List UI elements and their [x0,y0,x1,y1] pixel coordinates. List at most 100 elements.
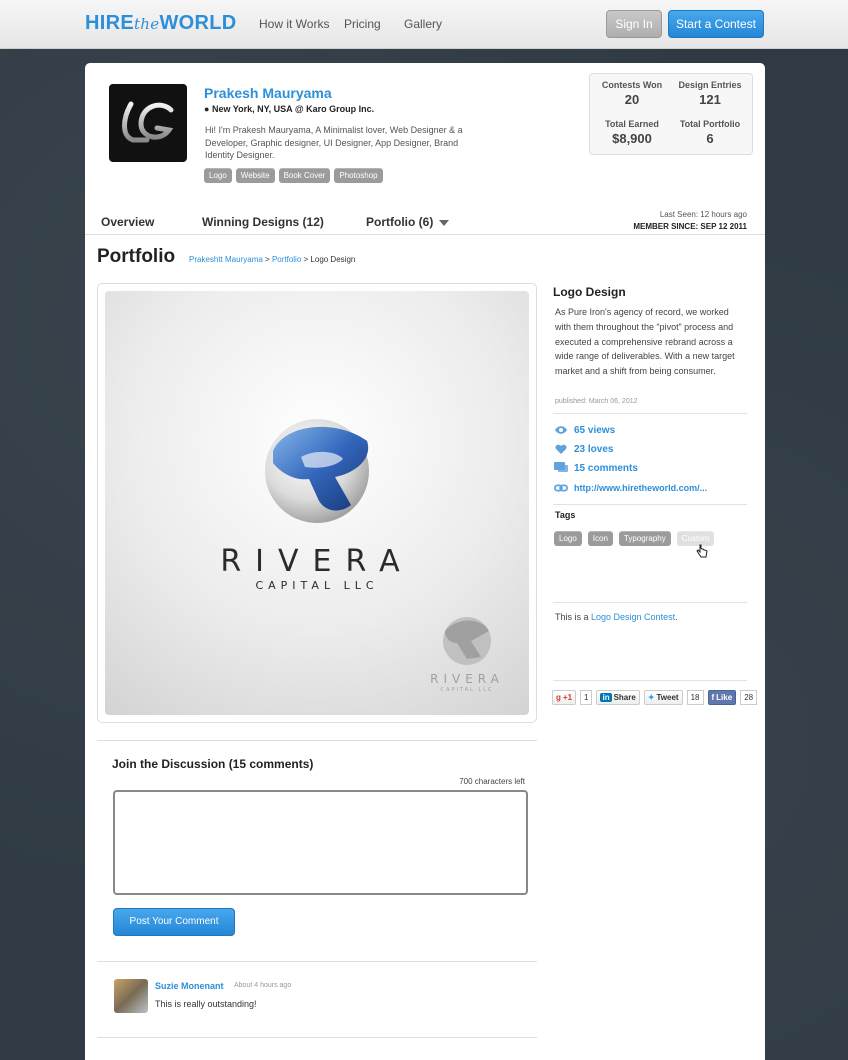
comment-timestamp: About 4 hours ago [234,982,292,989]
comment-text: This is really outstanding! [155,999,257,1009]
logo-the: the [133,15,160,33]
profile-location: New York, NY, USA [211,104,293,114]
tags-heading: Tags [555,510,576,520]
portfolio-image[interactable]: RIVERA CAPITAL LLC RIVERA CAPITAL LLC [105,291,529,715]
tabs-divider [85,234,765,235]
stat-value: 121 [699,92,721,107]
comments-row[interactable]: 15 comments [554,462,638,474]
skill-tag[interactable]: Website [235,168,275,183]
contest-note-suffix: . [675,612,678,622]
member-since: MEMBER SINCE: SEP 12 2011 [633,222,747,231]
avatar[interactable] [114,979,148,1013]
profile-location-line: ● New York, NY, USA @ Karo Group Inc. [204,104,374,114]
skill-tag[interactable]: Book Cover [278,168,331,183]
google-plus-label: +1 [562,693,573,702]
breadcrumb: Prakeshtt Mauryama > Portfolio > Logo De… [189,255,355,264]
loves-row: 23 loves [554,443,613,455]
profile-bio: Hi! I'm Prakesh Mauryama, A Minimalist l… [205,125,463,160]
twitter-bird-icon: ✦ [647,693,655,702]
stat-value: 20 [624,92,640,107]
profile-avatar[interactable] [109,84,187,162]
google-plus-button[interactable]: g +1 [552,690,577,705]
chain-link-icon [554,482,568,494]
design-tags: Logo Icon Typography Custom [554,531,715,546]
design-url[interactable]: http://www.hiretheworld.com/... [574,483,707,493]
divider [553,504,747,505]
contest-note: This is a Logo Design Contest. [555,612,678,622]
page-title: Portfolio [97,246,176,267]
tab-winning-designs[interactable]: Winning Designs (12) [202,215,324,229]
facebook-like-button[interactable]: f Like [707,690,737,705]
stat-label: Contests Won [601,80,663,90]
profile-company: @ Karo Group Inc. [294,104,375,114]
nav-how-it-works[interactable]: How it Works [259,17,329,31]
divider [97,1037,537,1038]
stat-label: Total Earned [605,119,659,129]
profile-name[interactable]: Prakesh Mauryama [204,85,332,101]
linkedin-share-button[interactable]: in Share [596,690,640,705]
breadcrumb-portfolio[interactable]: Portfolio [272,255,301,264]
profile-stats-box: Contests Won 20 Design Entries 121 Total… [589,73,753,155]
views-count: 65 views [574,424,616,436]
stat-value: 6 [706,131,714,146]
skill-tag[interactable]: Logo [204,168,232,183]
facebook-icon: f [711,693,715,702]
tab-overview[interactable]: Overview [101,215,154,229]
loves-count: 23 loves [574,443,614,455]
tab-portfolio-label: Portfolio (6) [366,215,434,229]
artwork-watermark-sub: CAPITAL LLC [441,687,494,693]
chevron-down-icon [439,219,450,226]
design-tag[interactable]: Logo [554,531,582,546]
design-tag[interactable]: Icon [587,531,613,546]
url-row[interactable]: http://www.hiretheworld.com/... [554,482,707,494]
member-info: Last Seen: 12 hours ago MEMBER SINCE: SE… [605,209,747,233]
logo-world: WORLD [159,12,237,34]
google-plus-count: 1 [580,690,593,705]
breadcrumb-current: > Logo Design [301,255,356,264]
last-seen: Last Seen: 12 hours ago [659,210,747,219]
tweet-button[interactable]: ✦ Tweet [643,690,683,705]
breadcrumb-user[interactable]: Prakeshtt Mauryama [189,255,263,264]
design-tag[interactable]: Typography [618,531,671,546]
contest-note-prefix: This is a [555,612,592,622]
artwork-watermark-brand: RIVERA [430,672,504,686]
design-description: As Pure Iron's agency of record, we work… [555,307,735,377]
rivera-logo-artwork: RIVERA CAPITAL LLC RIVERA CAPITAL LLC [220,419,504,693]
social-share-bar: g +1 1 in Share ✦ Tweet 18 f Like 28 [552,690,758,705]
divider [553,413,747,414]
stat-total-portfolio: Total Portfolio 6 [670,119,750,146]
comment-textarea[interactable] [113,790,528,895]
divider [553,680,747,681]
logo-hire: HIRE [85,12,134,34]
characters-left: 700 characters left [459,777,525,786]
location-pin-icon: ● [204,104,210,114]
post-comment-button[interactable]: Post Your Comment [113,908,235,936]
skill-tags: Logo Website Book Cover Photoshop [204,168,383,183]
contest-link[interactable]: Logo Design Contest [591,612,675,622]
stat-contests-won: Contests Won 20 [592,80,672,107]
heart-icon [554,443,568,455]
profile-card: Prakesh Mauryama ● New York, NY, USA @ K… [85,63,765,1060]
hiretheworld-logo[interactable]: HIREtheWORLD [85,12,237,35]
divider [97,961,537,962]
stat-label: Total Portfolio [679,119,741,129]
linkedin-share-label: Share [613,693,636,702]
start-contest-button[interactable]: Start a Contest [668,10,764,38]
speech-bubble-icon [554,462,568,474]
tab-portfolio[interactable]: Portfolio (6) [366,215,450,229]
stat-value: $8,900 [612,131,652,146]
artwork-brand: RIVERA [220,544,413,579]
hand-cursor-icon [696,544,708,563]
nav-gallery[interactable]: Gallery [404,17,442,31]
skill-tag[interactable]: Photoshop [334,168,383,183]
linkedin-icon: in [600,693,612,702]
sign-in-button[interactable]: Sign In [606,10,662,38]
views-row: 65 views [554,424,615,436]
stat-design-entries: Design Entries 121 [670,80,750,107]
artwork-sub: CAPITAL LLC [255,579,378,592]
tweet-label: Tweet [656,693,679,702]
eye-icon [554,424,568,436]
comment-author[interactable]: Suzie Monenant [155,981,224,991]
divider [97,740,537,741]
nav-pricing[interactable]: Pricing [344,17,381,31]
